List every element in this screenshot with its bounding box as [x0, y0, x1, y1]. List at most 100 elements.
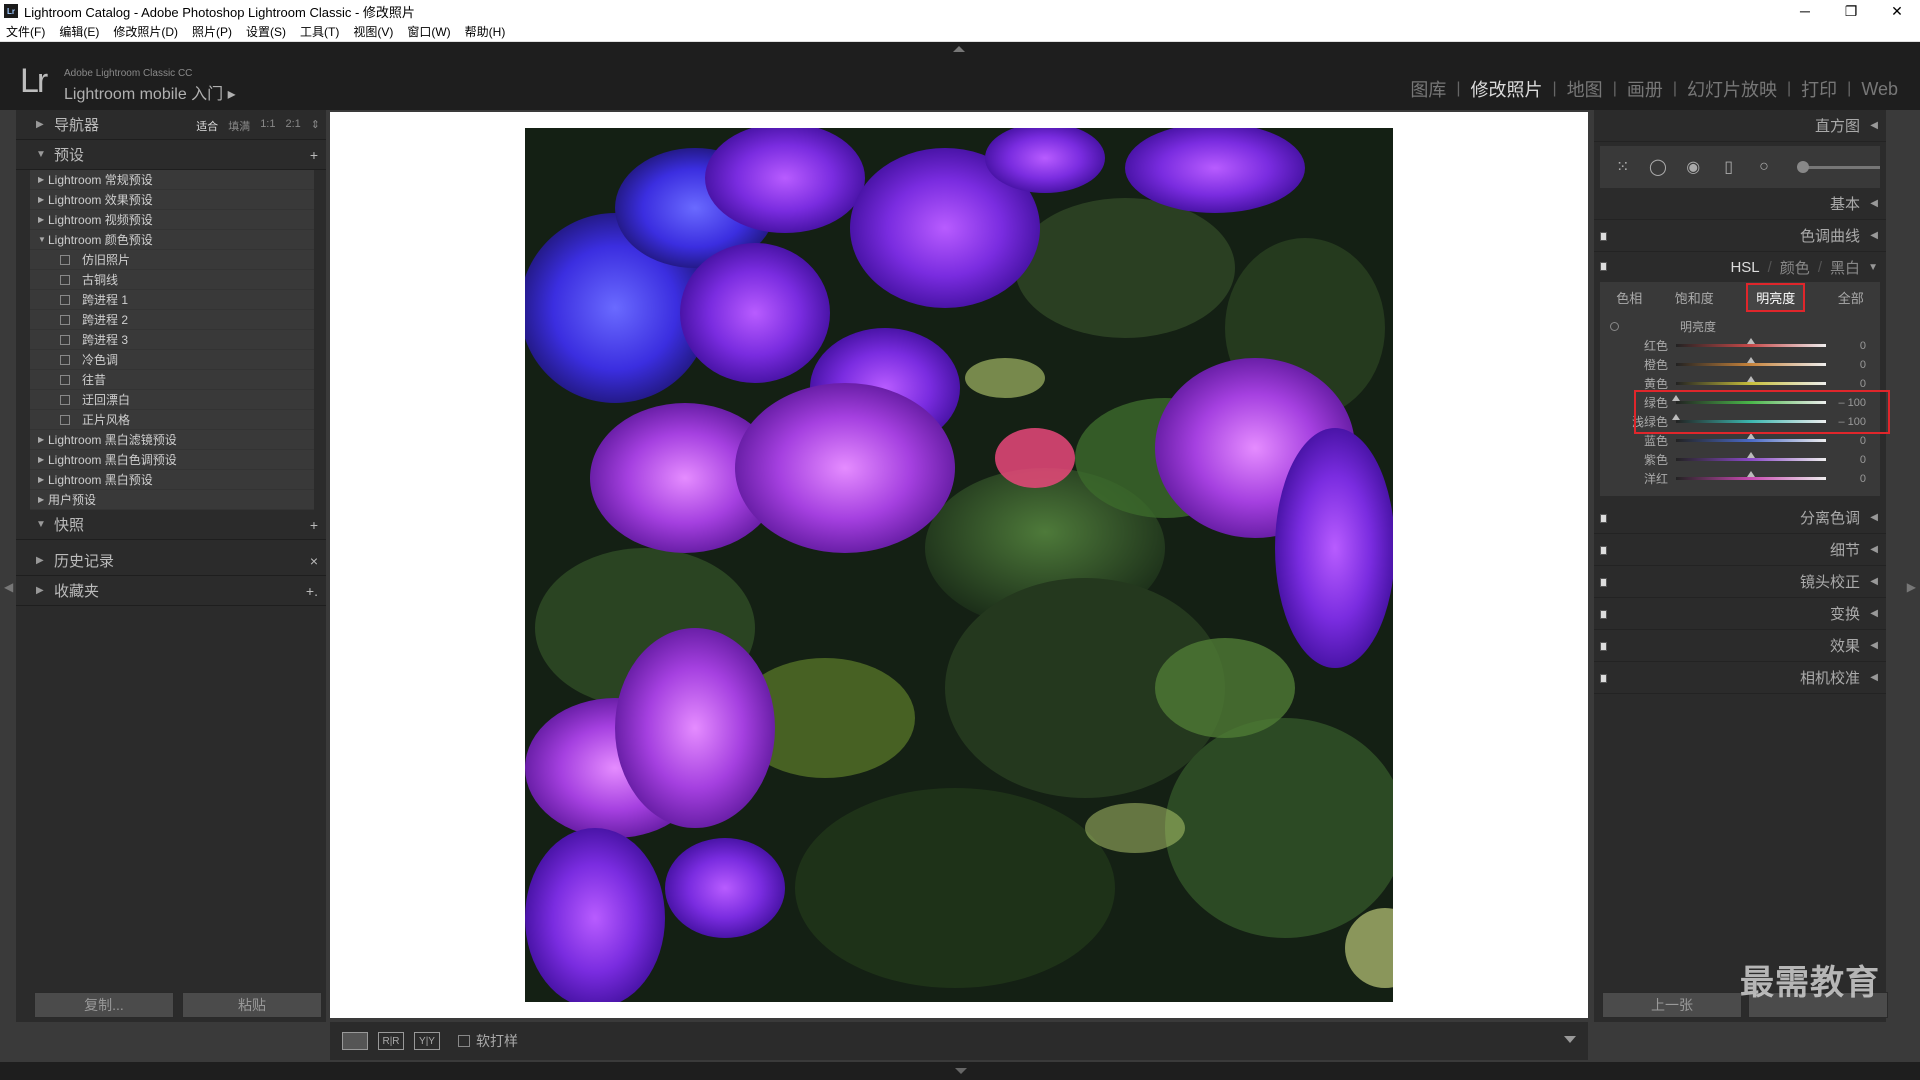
minimize-icon[interactable]: ─ — [1782, 0, 1828, 22]
panel-switch-icon[interactable] — [1600, 232, 1607, 241]
soft-proof-checkbox[interactable] — [458, 1035, 470, 1047]
panel-switch-icon[interactable] — [1600, 674, 1607, 683]
lens-header[interactable]: 镜头校正 ◀ — [1594, 566, 1886, 598]
preset-item[interactable]: 仿旧照片 — [30, 250, 314, 270]
slider-track[interactable] — [1676, 376, 1826, 385]
before-after-icon[interactable]: R|R — [378, 1032, 404, 1050]
crop-grid-icon[interactable]: ⁙ — [1612, 156, 1633, 178]
slider-knob[interactable] — [1747, 338, 1755, 344]
slider-track[interactable] — [1676, 471, 1826, 480]
slider-knob[interactable] — [1747, 376, 1755, 382]
preset-item[interactable]: 冷色调 — [30, 350, 314, 370]
menu-help[interactable]: 帮助(H) — [465, 23, 506, 40]
module-develop[interactable]: 修改照片 — [1461, 76, 1553, 102]
graduated-filter-icon[interactable]: ▯ — [1718, 156, 1739, 178]
tab-hue[interactable]: 色相 — [1616, 288, 1642, 307]
preset-item[interactable]: 迂回漂白 — [30, 390, 314, 410]
paste-button[interactable]: 粘贴 — [182, 992, 322, 1018]
tone-curve-header[interactable]: 色调曲线 ◀ — [1594, 220, 1886, 252]
preset-item[interactable]: 往昔 — [30, 370, 314, 390]
panel-switch-icon[interactable] — [1600, 262, 1607, 271]
calibration-header[interactable]: 相机校准 ◀ — [1594, 662, 1886, 694]
panel-switch-icon[interactable] — [1600, 610, 1607, 619]
spot-removal-icon[interactable]: ◯ — [1647, 156, 1668, 178]
zoom-fit[interactable]: 适合 — [196, 118, 218, 134]
color-tab[interactable]: 颜色 — [1780, 257, 1810, 278]
preset-item[interactable]: 古铜线 — [30, 270, 314, 290]
menu-view[interactable]: 视图(V) — [353, 23, 393, 40]
slider-track[interactable] — [1676, 452, 1826, 461]
zoom-1-1[interactable]: 1:1 — [260, 118, 275, 134]
close-icon[interactable]: ✕ — [1874, 0, 1920, 22]
preset-item[interactable]: 跨进程 3 — [30, 330, 314, 350]
before-after-split-icon[interactable]: Y|Y — [414, 1032, 440, 1050]
menu-edit[interactable]: 编辑(E) — [59, 23, 99, 40]
navigator-header[interactable]: ▶ 导航器 适合 填满 1:1 2:1 ⇕ — [16, 110, 326, 140]
add-snapshot-icon[interactable]: + — [310, 517, 318, 533]
snapshots-header[interactable]: ▼ 快照 + — [16, 510, 326, 540]
bw-tab[interactable]: 黑白 — [1830, 257, 1860, 278]
preset-item[interactable]: 正片风格 — [30, 410, 314, 430]
luminance-slider-row[interactable]: 橙色 0 — [1600, 355, 1880, 374]
tab-saturation[interactable]: 饱和度 — [1675, 288, 1714, 307]
panel-switch-icon[interactable] — [1600, 578, 1607, 587]
module-print[interactable]: 打印 — [1791, 76, 1847, 102]
module-web[interactable]: Web — [1851, 79, 1908, 100]
preset-folder[interactable]: ▶ Lightroom 常规预设 — [30, 170, 314, 190]
luminance-slider-row[interactable]: 红色 0 — [1600, 336, 1880, 355]
split-toning-header[interactable]: 分离色调 ◀ — [1594, 502, 1886, 534]
menu-settings[interactable]: 设置(S) — [246, 23, 286, 40]
menu-photo[interactable]: 照片(P) — [192, 23, 232, 40]
red-eye-icon[interactable]: ◉ — [1683, 156, 1704, 178]
module-map[interactable]: 地图 — [1557, 76, 1613, 102]
transform-header[interactable]: 变换 ◀ — [1594, 598, 1886, 630]
previous-button[interactable]: 上一张 — [1602, 992, 1742, 1018]
panel-switch-icon[interactable] — [1600, 514, 1607, 523]
slider-value[interactable]: 0 — [1860, 340, 1866, 352]
detail-header[interactable]: 细节 ◀ — [1594, 534, 1886, 566]
preset-item[interactable]: 跨进程 1 — [30, 290, 314, 310]
radial-filter-icon[interactable]: ○ — [1753, 156, 1774, 178]
zoom-fill[interactable]: 填满 — [228, 118, 250, 134]
basic-header[interactable]: 基本 ◀ — [1594, 188, 1886, 220]
preset-item[interactable]: 跨进程 2 — [30, 310, 314, 330]
panel-switch-icon[interactable] — [1600, 642, 1607, 651]
preset-folder[interactable]: ▶ Lightroom 黑白预设 — [30, 470, 314, 490]
luminance-slider-row[interactable]: 洋红 0 — [1600, 469, 1880, 488]
left-panel-toggle-icon[interactable]: ◀ — [4, 580, 13, 594]
slider-track[interactable] — [1676, 433, 1826, 442]
menu-tools[interactable]: 工具(T) — [300, 23, 339, 40]
tab-all[interactable]: 全部 — [1838, 288, 1864, 307]
identity-plate[interactable]: Adobe Lightroom Classic CC Lightroom mob… — [64, 68, 236, 104]
preset-folder[interactable]: ▶ Lightroom 黑白色调预设 — [30, 450, 314, 470]
histogram-header[interactable]: 直方图 ◀ — [1594, 110, 1886, 142]
preset-folder[interactable]: ▶ Lightroom 效果预设 — [30, 190, 314, 210]
expand-filmstrip-icon[interactable] — [955, 1068, 967, 1074]
photo-preview[interactable] — [525, 128, 1393, 1002]
add-collection-icon[interactable]: +. — [306, 583, 318, 599]
module-book[interactable]: 画册 — [1617, 76, 1673, 102]
target-adjust-icon[interactable] — [1610, 322, 1619, 331]
module-slideshow[interactable]: 幻灯片放映 — [1677, 76, 1787, 102]
history-header[interactable]: ▶ 历史记录 × — [16, 546, 326, 576]
toolbar-menu-icon[interactable] — [1564, 1036, 1576, 1043]
hsl-header[interactable]: HSL / 颜色 / 黑白 ▼ — [1594, 252, 1886, 282]
panel-switch-icon[interactable] — [1600, 546, 1607, 555]
zoom-menu-icon[interactable]: ⇕ — [311, 118, 320, 134]
zoom-2-1[interactable]: 2:1 — [285, 118, 300, 134]
menu-develop[interactable]: 修改照片(D) — [113, 23, 178, 40]
right-panel-toggle-icon[interactable]: ▶ — [1907, 580, 1916, 594]
slider-value[interactable]: 0 — [1860, 435, 1866, 447]
slider-track[interactable] — [1676, 338, 1826, 347]
presets-header[interactable]: ▼ 预设 + — [16, 140, 326, 170]
preset-folder-open[interactable]: ▼ Lightroom 颜色预设 — [30, 230, 314, 250]
slider-knob[interactable] — [1747, 471, 1755, 477]
menu-window[interactable]: 窗口(W) — [407, 23, 450, 40]
collapse-top-arrow-icon[interactable] — [953, 46, 965, 52]
slider-knob[interactable] — [1747, 357, 1755, 363]
slider-value[interactable]: 0 — [1860, 359, 1866, 371]
slider-value[interactable]: 0 — [1860, 378, 1866, 390]
preset-folder[interactable]: ▶ Lightroom 黑白滤镜预设 — [30, 430, 314, 450]
slider-track[interactable] — [1676, 357, 1826, 366]
slider-knob[interactable] — [1747, 452, 1755, 458]
